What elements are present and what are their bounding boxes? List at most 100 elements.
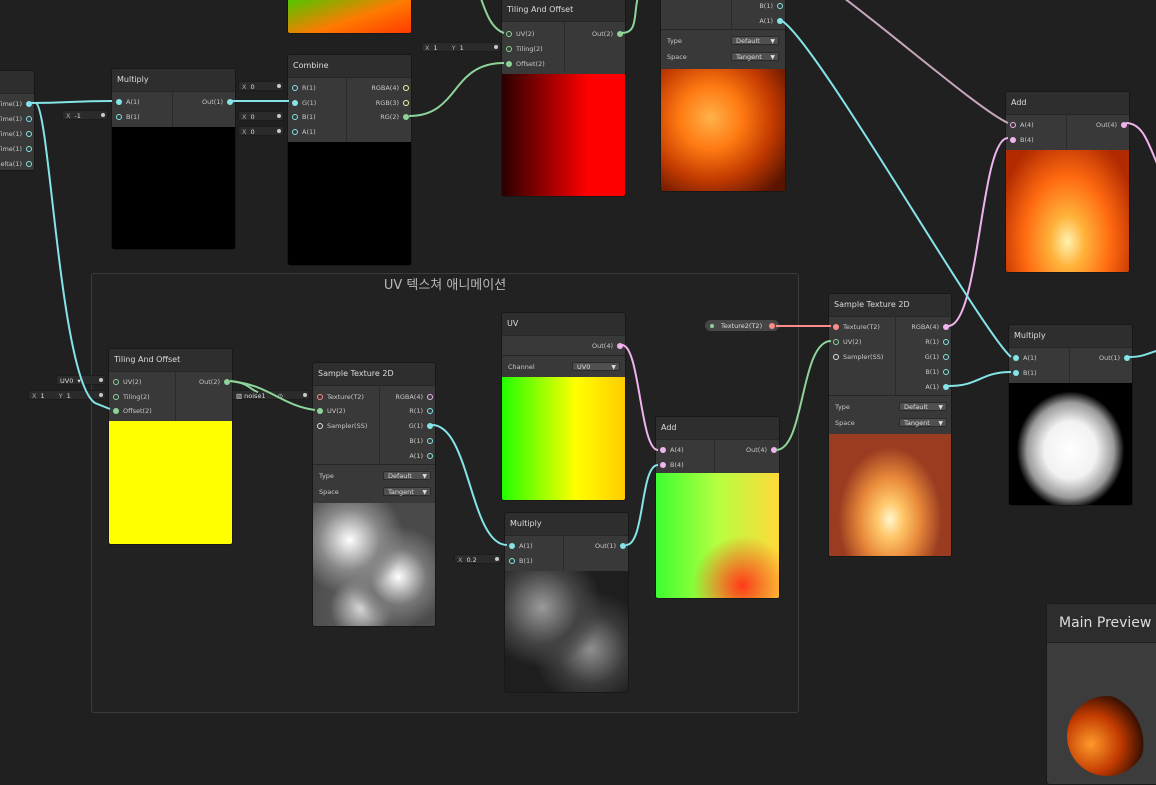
port-dot[interactable]: [26, 161, 32, 167]
port-dot[interactable]: [26, 101, 32, 107]
port-out[interactable]: Out(4): [1096, 120, 1129, 130]
port-tiling[interactable]: Tiling(2): [111, 392, 150, 402]
port-dot[interactable]: [617, 343, 623, 349]
port-dot[interactable]: [943, 339, 949, 345]
node-title[interactable]: Tiling And Offset: [109, 349, 232, 372]
port-dot[interactable]: [943, 354, 949, 360]
port-dot[interactable]: [833, 339, 839, 345]
port-b[interactable]: B(1): [114, 112, 140, 122]
multiply-node-top[interactable]: Multiply A(1) B(1) Out(1): [111, 68, 236, 250]
port-dot[interactable]: [771, 447, 777, 453]
port-a[interactable]: A(4): [1008, 120, 1034, 130]
port-tiling[interactable]: Tiling(2): [504, 44, 543, 54]
port-offset[interactable]: Offset(2): [111, 406, 152, 416]
port-out[interactable]: Out(4): [746, 445, 779, 455]
port-dot[interactable]: [620, 543, 626, 549]
port-b[interactable]: B(4): [1008, 135, 1034, 145]
port-out[interactable]: Out(2): [592, 29, 625, 39]
group-title[interactable]: UV 텍스쳐 애니메이션: [92, 274, 798, 293]
port-b[interactable]: B(1): [507, 556, 533, 566]
uv-node[interactable]: UV Out(4) Channel UV0 ▼: [501, 312, 626, 501]
port-a[interactable]: A(1): [290, 127, 316, 137]
multiply-node-right[interactable]: Multiply A(1) B(1) Out(1): [1008, 324, 1133, 506]
shader-graph-canvas[interactable]: UV 텍스쳐 애니메이션 Time(1) Time(1) Time(1) Tim…: [0, 0, 1156, 785]
tiling-offset-node-main[interactable]: Tiling And Offset UV(2) Tiling(2) Offset…: [108, 348, 233, 545]
port-b[interactable]: B(1): [409, 436, 435, 446]
object-picker-icon[interactable]: ⊙: [278, 392, 283, 400]
port-dot[interactable]: [617, 31, 623, 37]
type-dropdown[interactable]: Default ▼: [899, 402, 947, 411]
port-time-0[interactable]: Time(1): [0, 99, 34, 109]
add-node-uv[interactable]: Add A(4) B(4) Out(4): [655, 416, 780, 599]
port-dot[interactable]: [427, 453, 433, 459]
port-a[interactable]: A(1): [1011, 353, 1037, 363]
tiling-top-input[interactable]: X1Y1: [421, 42, 501, 52]
port-dot[interactable]: [292, 85, 298, 91]
port-r[interactable]: R(1): [409, 406, 435, 416]
node-title[interactable]: Multiply: [505, 513, 628, 536]
port-a[interactable]: A(4): [658, 445, 684, 455]
type-dropdown[interactable]: Default ▼: [731, 36, 779, 45]
node-title[interactable]: Multiply: [1009, 325, 1132, 348]
port-dot[interactable]: [317, 423, 323, 429]
port-dot[interactable]: [427, 394, 433, 400]
port-dot[interactable]: [506, 46, 512, 52]
port-offset[interactable]: Offset(2): [504, 59, 545, 69]
port-dot[interactable]: [113, 408, 119, 414]
port-dot[interactable]: [427, 423, 433, 429]
type-dropdown[interactable]: Default ▼: [383, 471, 431, 480]
port-uv[interactable]: UV(2): [504, 29, 534, 39]
port-dot[interactable]: [1013, 355, 1019, 361]
port-out[interactable]: Out(1): [1099, 353, 1132, 363]
port-rgba[interactable]: RGBA(4): [911, 322, 951, 332]
port-dot[interactable]: [506, 31, 512, 37]
preview-sphere[interactable]: [1067, 696, 1147, 776]
node-title[interactable]: Add: [656, 417, 779, 440]
port-dot[interactable]: [116, 99, 122, 105]
port-dot[interactable]: [113, 394, 119, 400]
main-preview-title[interactable]: Main Preview: [1047, 604, 1156, 643]
port-dot[interactable]: [227, 99, 233, 105]
combine-b-input[interactable]: X0: [238, 111, 284, 121]
port-uv[interactable]: UV(2): [315, 406, 345, 416]
port-g[interactable]: G(1): [925, 352, 951, 362]
port-dot[interactable]: [943, 324, 949, 330]
tiling-offset-node-top[interactable]: Tiling And Offset UV(2) Tiling(2) Offset…: [501, 0, 626, 197]
port-dot[interactable]: [403, 114, 409, 120]
port-dot[interactable]: [317, 408, 323, 414]
port-dot[interactable]: [224, 379, 230, 385]
port-rgb[interactable]: RGB(3): [376, 98, 411, 108]
port-dot[interactable]: [660, 447, 666, 453]
port-rgba[interactable]: RGBA(4): [371, 83, 411, 93]
port-dot[interactable]: [26, 146, 32, 152]
channel-dropdown[interactable]: UV0 ▼: [572, 362, 620, 371]
sample-texture-node-top[interactable]: B(1) A(1) Type Default ▼ Space Tangent ▼: [660, 0, 786, 192]
port-dot[interactable]: [317, 394, 323, 400]
port-dot[interactable]: [1013, 370, 1019, 376]
noise-texture-input[interactable]: ▧ noise1 ⊙: [232, 390, 310, 400]
port-a[interactable]: A(1): [114, 97, 140, 107]
space-dropdown[interactable]: Tangent ▼: [899, 418, 947, 427]
port-out[interactable]: Out(2): [199, 377, 232, 387]
combine-a-input[interactable]: X0: [238, 126, 284, 136]
port-a[interactable]: A(1): [507, 541, 533, 551]
node-title[interactable]: Sample Texture 2D: [829, 294, 951, 317]
port-time-3[interactable]: Time(1): [0, 144, 34, 154]
port-g[interactable]: G(1): [409, 421, 435, 431]
node-title[interactable]: Combine: [288, 55, 411, 78]
port-rg[interactable]: RG(2): [380, 112, 411, 122]
port-b[interactable]: B(1): [759, 1, 785, 11]
port-dot[interactable]: [769, 323, 775, 329]
port-b[interactable]: B(4): [658, 460, 684, 470]
port-b[interactable]: B(1): [1011, 368, 1037, 378]
node-title[interactable]: Sample Texture 2D: [313, 363, 435, 386]
tiling-main-input[interactable]: X1Y1: [28, 390, 106, 400]
node-title[interactable]: UV: [502, 313, 625, 336]
port-dot[interactable]: [506, 61, 512, 67]
multiply-noise-b-input[interactable]: X 0.2: [454, 554, 502, 564]
port-r[interactable]: R(1): [925, 337, 951, 347]
port-a[interactable]: A(1): [925, 382, 951, 392]
port-dot[interactable]: [833, 324, 839, 330]
port-r[interactable]: R(1): [290, 83, 316, 93]
add-node-right[interactable]: Add A(4) B(4) Out(4): [1005, 91, 1130, 273]
